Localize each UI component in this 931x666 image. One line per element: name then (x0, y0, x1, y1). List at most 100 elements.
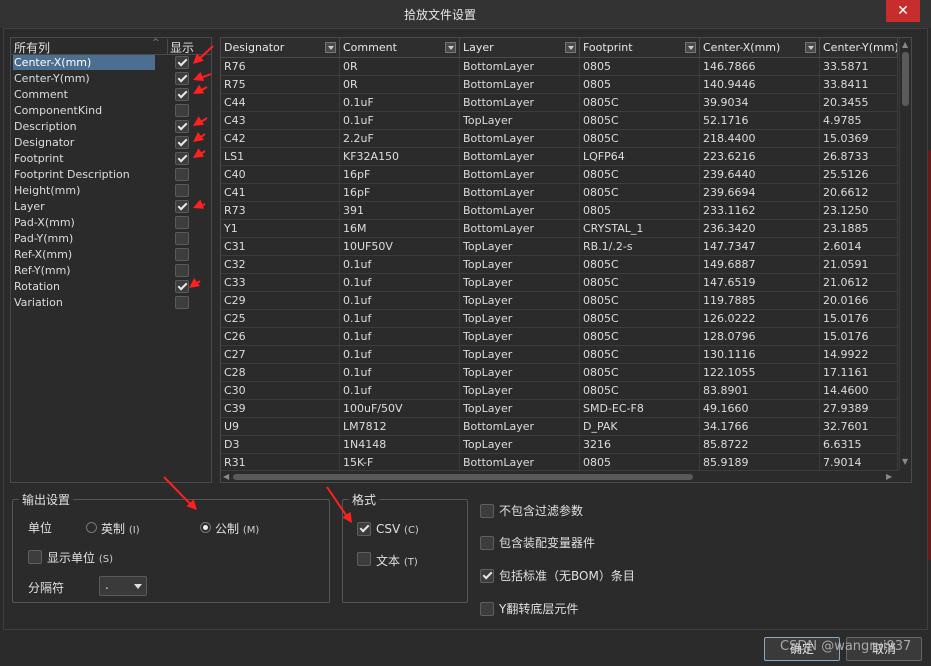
grid-column-header[interactable]: Center-Y(mm) (820, 38, 898, 58)
table-row[interactable]: C31 10UF50V TopLayer RB.1/.2-s 147.7347 2.601… (221, 238, 898, 256)
separator-select[interactable]: . (99, 576, 147, 596)
option-label[interactable]: Y翻转底层元件 (499, 600, 578, 617)
table-row[interactable]: C28 0.1uf TopLayer 0805C 122.1055 17.1161 (221, 364, 898, 382)
column-list-item[interactable]: Comment (11, 87, 211, 103)
column-list-item[interactable]: Ref-X(mm) (11, 247, 211, 263)
table-row[interactable]: Y1 16M BottomLayer CRYSTAL_1 236.3420 23.1885 (221, 220, 898, 238)
grid-column-title: Comment (343, 41, 397, 54)
show-column-checkbox[interactable] (175, 232, 189, 245)
grid-column-header[interactable]: Layer (460, 38, 580, 58)
column-list-item[interactable]: Variation (11, 295, 211, 311)
option-label[interactable]: 包括标准（无BOM）条目 (499, 567, 635, 584)
show-column-checkbox[interactable] (175, 120, 189, 133)
show-column-checkbox[interactable] (175, 152, 189, 165)
column-list-item[interactable]: Layer (11, 199, 211, 215)
table-cell: BottomLayer (460, 202, 580, 220)
vertical-scroll-thumb[interactable] (902, 52, 909, 106)
close-button[interactable]: ✕ (886, 0, 920, 22)
option-checkbox[interactable] (480, 536, 494, 550)
option-label[interactable]: 包含装配变量器件 (499, 534, 595, 551)
horizontal-scroll-thumb[interactable] (233, 474, 693, 480)
show-column-checkbox[interactable] (175, 168, 189, 181)
option-checkbox[interactable] (480, 504, 494, 518)
option-checkbox[interactable] (480, 569, 494, 583)
show-column-checkbox[interactable] (175, 264, 189, 277)
filter-icon[interactable] (685, 42, 696, 53)
csv-checkbox[interactable] (357, 522, 371, 536)
table-row[interactable]: LS1 KF32A150 BottomLayer LQFP64 223.6216 26.8… (221, 148, 898, 166)
filter-icon[interactable] (565, 42, 576, 53)
filter-icon[interactable] (805, 42, 816, 53)
grid-column-header[interactable]: Comment (340, 38, 460, 58)
table-row[interactable]: C43 0.1uF TopLayer 0805C 52.1716 4.9785 (221, 112, 898, 130)
metric-radio[interactable] (200, 522, 211, 533)
column-list-item[interactable]: Center-Y(mm) (11, 71, 211, 87)
column-list-item[interactable]: Footprint (11, 151, 211, 167)
option-label[interactable]: 不包含过滤参数 (499, 502, 583, 519)
grid-column-header[interactable]: Designator (221, 38, 340, 58)
show-units-label[interactable]: 显示单位 (S) (47, 549, 113, 566)
column-list-item[interactable]: Description (11, 119, 211, 135)
metric-label[interactable]: 公制 (M) (215, 520, 259, 537)
imperial-label[interactable]: 英制 (I) (101, 520, 140, 537)
scroll-up-icon[interactable]: ▲ (902, 40, 908, 49)
show-column-checkbox[interactable] (175, 200, 189, 213)
scroll-down-icon[interactable]: ▼ (902, 457, 908, 466)
column-list-item[interactable]: Pad-X(mm) (11, 215, 211, 231)
column-list-item[interactable]: Center-X(mm) (11, 55, 211, 71)
grid-column-header[interactable]: Center-X(mm) (700, 38, 820, 58)
text-checkbox[interactable] (357, 552, 371, 566)
table-row[interactable]: R75 0R BottomLayer 0805 140.9446 33.8411 (221, 76, 898, 94)
table-row[interactable]: C33 0.1uf TopLayer 0805C 147.6519 21.0612 (221, 274, 898, 292)
table-cell: Y1 (221, 220, 340, 238)
show-column-checkbox[interactable] (175, 88, 189, 101)
vertical-scrollbar[interactable]: ▲ ▼ (899, 38, 911, 470)
csv-label[interactable]: CSV (C) (376, 522, 419, 536)
table-row[interactable]: R73 391 BottomLayer 0805 233.1162 23.1250 (221, 202, 898, 220)
column-list-item[interactable]: Rotation (11, 279, 211, 295)
table-row[interactable]: C44 0.1uF BottomLayer 0805C 39.9034 20.3455 (221, 94, 898, 112)
show-column-checkbox[interactable] (175, 56, 189, 69)
column-list-item[interactable]: ComponentKind (11, 103, 211, 119)
table-row[interactable]: R76 0R BottomLayer 0805 146.7866 33.5871 (221, 58, 898, 76)
table-row[interactable]: C25 0.1uf TopLayer 0805C 126.0222 15.0176 (221, 310, 898, 328)
table-row[interactable]: C30 0.1uf TopLayer 0805C 83.8901 14.4600 (221, 382, 898, 400)
table-row[interactable]: C29 0.1uf TopLayer 0805C 119.7885 20.0166 (221, 292, 898, 310)
horizontal-scrollbar[interactable]: ◀ ▶ (221, 470, 899, 482)
scroll-right-icon[interactable]: ▶ (886, 472, 892, 481)
show-units-checkbox[interactable] (28, 550, 42, 564)
scroll-left-icon[interactable]: ◀ (223, 472, 229, 481)
table-row[interactable]: C41 16pF BottomLayer 0805C 239.6694 20.6612 (221, 184, 898, 202)
table-cell: LM7812 (340, 418, 460, 436)
column-list-item[interactable]: Pad-Y(mm) (11, 231, 211, 247)
table-row[interactable]: C42 2.2uF BottomLayer 0805C 218.4400 15.0369 (221, 130, 898, 148)
table-cell: U9 (221, 418, 340, 436)
show-column-checkbox[interactable] (175, 216, 189, 229)
table-row[interactable]: C27 0.1uf TopLayer 0805C 130.1116 14.9922 (221, 346, 898, 364)
text-label[interactable]: 文本 (T) (376, 552, 418, 569)
all-columns-header[interactable]: 所有列 (14, 39, 50, 56)
show-column-checkbox[interactable] (175, 296, 189, 309)
table-row[interactable]: C32 0.1uf TopLayer 0805C 149.6887 21.0591 (221, 256, 898, 274)
show-column-checkbox[interactable] (175, 184, 189, 197)
table-row[interactable]: U9 LM7812 BottomLayer D_PAK 34.1766 32.7601 (221, 418, 898, 436)
column-name: Comment (14, 88, 68, 101)
imperial-radio[interactable] (86, 522, 97, 533)
filter-icon[interactable] (325, 42, 336, 53)
table-cell: 16pF (340, 184, 460, 202)
option-checkbox[interactable] (480, 602, 494, 616)
show-column-checkbox[interactable] (175, 72, 189, 85)
filter-icon[interactable] (445, 42, 456, 53)
table-row[interactable]: D3 1N4148 TopLayer 3216 85.8722 6.6315 (221, 436, 898, 454)
grid-column-header[interactable]: Footprint (580, 38, 700, 58)
table-row[interactable]: C40 16pF BottomLayer 0805C 239.6440 25.5126 (221, 166, 898, 184)
show-column-checkbox[interactable] (175, 136, 189, 149)
table-row[interactable]: C39 100uF/50V TopLayer SMD-EC-F8 49.1660 27.9… (221, 400, 898, 418)
column-list-item[interactable]: Ref-Y(mm) (11, 263, 211, 279)
column-list-item[interactable]: Footprint Description (11, 167, 211, 183)
show-column-checkbox[interactable] (175, 104, 189, 117)
show-column-checkbox[interactable] (175, 248, 189, 261)
table-row[interactable]: C26 0.1uf TopLayer 0805C 128.0796 15.0176 (221, 328, 898, 346)
column-list-item[interactable]: Height(mm) (11, 183, 211, 199)
column-list-item[interactable]: Designator (11, 135, 211, 151)
